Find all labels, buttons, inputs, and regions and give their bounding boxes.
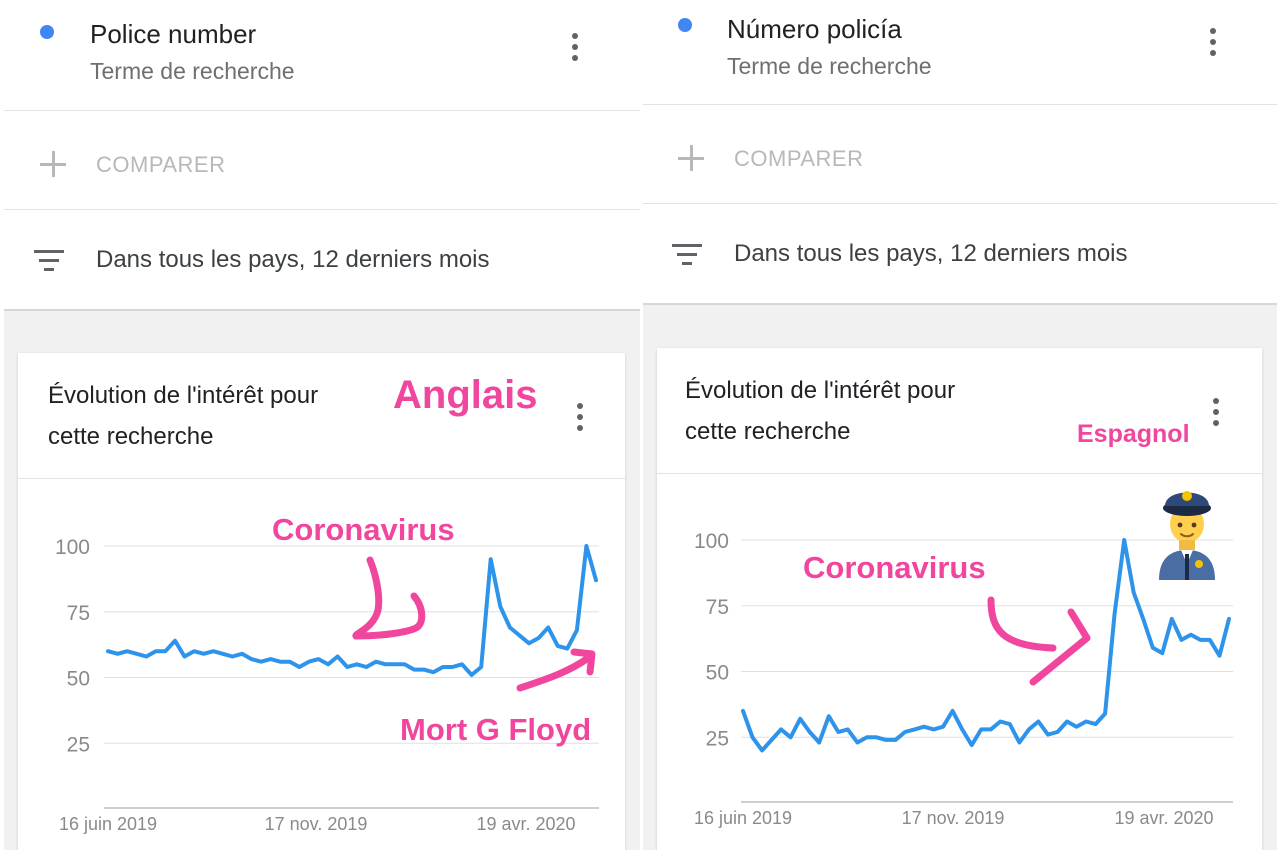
chart-more-icon[interactable] [568, 403, 592, 431]
left-search-term-row[interactable]: Police number Terme de recherche [4, 0, 640, 111]
plus-icon [678, 145, 704, 171]
compare-button-label: COMPARER [96, 152, 226, 177]
chart-title-line1: Évolution de l'intérêt pour [48, 382, 319, 409]
plus-icon [40, 151, 66, 177]
x-tick-label: 19 avr. 2020 [476, 814, 575, 834]
annotation-coronavirus: Coronavirus [272, 512, 455, 547]
y-tick-label: 25 [706, 727, 729, 750]
compare-button-label: COMPARER [734, 146, 864, 171]
left-compare-row[interactable]: COMPARER [4, 111, 640, 210]
annotation-coronavirus: Coronavirus [803, 550, 986, 585]
right-search-term-row[interactable]: Número policía Terme de recherche [643, 0, 1277, 105]
filter-label: Dans tous les pays, 12 derniers mois [734, 240, 1128, 267]
arrow-coronavirus-left [352, 556, 426, 640]
right-panel: Número policía Terme de recherche COMPAR… [643, 0, 1277, 850]
x-tick-label: 19 avr. 2020 [1114, 808, 1213, 828]
chart-title-line2: cette recherche [685, 418, 851, 445]
y-tick-label: 100 [55, 536, 90, 559]
search-term-type: Terme de recherche [727, 53, 932, 79]
arrow-coronavirus-right [987, 596, 1091, 686]
x-tick-label: 16 juin 2019 [694, 808, 792, 828]
filter-icon [34, 250, 64, 272]
search-term-type: Terme de recherche [90, 58, 295, 84]
filter-label: Dans tous les pays, 12 derniers mois [96, 246, 490, 273]
chart-title: Évolution de l'intérêt pour cette recher… [48, 375, 318, 457]
chart-title: Évolution de l'intérêt pour cette recher… [685, 370, 955, 452]
annotation-language: Espagnol [1077, 420, 1190, 448]
left-panel: Police number Terme de recherche COMPARE… [4, 0, 640, 850]
y-tick-label: 100 [694, 530, 729, 553]
chart-more-icon[interactable] [1204, 398, 1228, 426]
term-color-dot [40, 25, 54, 39]
right-top-card: Número policía Terme de recherche COMPAR… [643, 0, 1277, 305]
y-tick-label: 50 [706, 662, 729, 685]
term-more-icon[interactable] [563, 33, 587, 61]
x-tick-label: 16 juin 2019 [59, 814, 157, 834]
card-divider [657, 473, 1262, 474]
annotation-language: Anglais [393, 373, 538, 417]
left-filter-row[interactable]: Dans tous les pays, 12 derniers mois [4, 210, 640, 311]
police-officer-icon [1159, 491, 1215, 580]
chart-title-line1: Évolution de l'intérêt pour [685, 377, 956, 404]
y-tick-label: 50 [67, 668, 90, 691]
right-compare-row[interactable]: COMPARER [643, 105, 1277, 204]
term-more-icon[interactable] [1201, 28, 1225, 56]
arrow-floyd [516, 648, 596, 692]
search-term-name: Police number [90, 19, 257, 49]
y-tick-label: 75 [67, 602, 90, 625]
x-tick-label: 17 nov. 2019 [902, 808, 1005, 828]
x-tick-label: 17 nov. 2019 [265, 814, 368, 834]
right-filter-row[interactable]: Dans tous les pays, 12 derniers mois [643, 204, 1277, 305]
y-tick-label: 25 [67, 733, 90, 756]
filter-icon [672, 244, 702, 266]
term-color-dot [678, 18, 692, 32]
left-top-card: Police number Terme de recherche COMPARE… [4, 0, 640, 311]
card-divider [18, 478, 625, 479]
annotation-floyd: Mort G Floyd [400, 712, 592, 747]
y-tick-label: 75 [706, 596, 729, 619]
search-term-name: Número policía [727, 14, 902, 44]
chart-title-line2: cette recherche [48, 423, 214, 450]
